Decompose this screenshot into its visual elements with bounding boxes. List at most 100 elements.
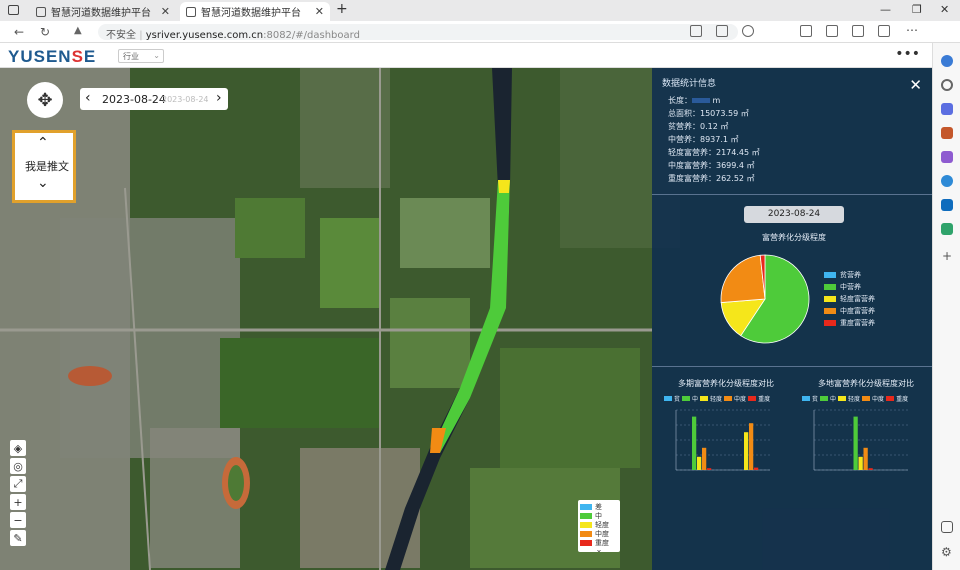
tag-icon[interactable]: [941, 103, 953, 115]
bar: [868, 468, 873, 470]
browser-tab-2[interactable]: 智慧河道数据维护平台 ✕: [180, 2, 330, 21]
stat-mesotrophic: 中营养：8937.1 ㎡: [668, 135, 739, 144]
page-icon: [36, 6, 46, 17]
compare-date: 2023-08-24: [162, 95, 209, 104]
tab-title: 智慧河道数据维护平台: [201, 8, 301, 19]
window-menu-icon[interactable]: [8, 5, 19, 15]
zoom-in-icon[interactable]: +: [10, 494, 26, 510]
app-header: YUSENSE 行业 ⌄ •••: [0, 43, 932, 68]
search-icon[interactable]: [941, 79, 953, 91]
scroll-down-icon[interactable]: ⌄: [37, 175, 49, 191]
minimize-icon[interactable]: —: [880, 3, 891, 16]
bar: [754, 467, 759, 470]
fullscreen-icon[interactable]: ⤢: [10, 476, 26, 492]
bar: [744, 432, 749, 470]
pie-legend-item: 重度富营养: [824, 318, 875, 328]
favorites-list-icon[interactable]: [826, 25, 838, 37]
settings-icon[interactable]: ⚙: [941, 545, 952, 559]
games-icon[interactable]: [941, 151, 953, 163]
industry-select[interactable]: 行业 ⌄: [118, 49, 164, 63]
stat-length: 长度： m: [668, 96, 721, 105]
measure-icon[interactable]: ✎: [10, 530, 26, 546]
screenshot-icon[interactable]: [941, 521, 953, 533]
bar: [702, 447, 707, 470]
url-path: :8082/#/dashboard: [263, 30, 360, 41]
tweet-scroller: ⌃ 我是推文 ⌄: [12, 130, 76, 203]
copilot-icon[interactable]: [941, 175, 953, 187]
zoom-out-icon[interactable]: −: [10, 512, 26, 528]
back-icon[interactable]: ←: [14, 25, 24, 39]
extensions-icon[interactable]: [878, 25, 890, 37]
bar: [858, 456, 863, 470]
favorite-icon[interactable]: [742, 25, 754, 37]
close-tab-icon[interactable]: ✕: [161, 5, 170, 18]
close-panel-icon[interactable]: ✕: [909, 76, 922, 94]
panel-divider: [652, 194, 932, 195]
browser-menu-icon[interactable]: ⋯: [906, 23, 918, 37]
pie-legend-item: 轻度富营养: [824, 294, 875, 304]
close-window-icon[interactable]: ✕: [940, 3, 949, 16]
address-bar-row: ← ↻ ▲ 不安全 | ysriver.yusense.com.cn:8082/…: [0, 21, 960, 43]
bar: [863, 447, 868, 470]
zoom-icon[interactable]: [716, 25, 728, 37]
pie-date-button[interactable]: 2023-08-24: [744, 206, 844, 223]
scroll-up-icon[interactable]: ⌃: [37, 135, 49, 151]
bar: [853, 416, 858, 470]
layers-icon[interactable]: ◈: [10, 440, 26, 456]
map-toolbar: ◈ ◎ ⤢ + − ✎: [10, 440, 28, 548]
date-picker[interactable]: ‹ 2023-08-24 2023-08-24 ›: [80, 88, 228, 110]
bar: [707, 468, 712, 470]
url-host: ysriver.yusense.com.cn: [145, 30, 264, 41]
translate-icon[interactable]: [690, 25, 702, 37]
tweet-label: 我是推文: [25, 160, 69, 173]
current-date: 2023-08-24: [102, 93, 166, 106]
tools-icon[interactable]: [941, 223, 953, 235]
bar: [697, 456, 702, 470]
add-sidebar-icon[interactable]: +: [942, 249, 952, 263]
split-screen-icon[interactable]: [800, 25, 812, 37]
browser-sidebar: + ⚙: [932, 43, 960, 570]
security-text: 不安全: [106, 30, 136, 41]
locate-icon[interactable]: ◎: [10, 458, 26, 474]
stat-total-area: 总面积：15073.59 ㎡: [668, 109, 749, 118]
more-menu-button[interactable]: •••: [895, 46, 920, 62]
stat-severe-eutrophic: 重度富营养：262.52 ㎡: [668, 174, 755, 183]
panel-divider: [652, 366, 932, 367]
outlook-icon[interactable]: [941, 199, 953, 211]
pie-chart-title: 富营养化分级程度: [762, 233, 826, 242]
pie-legend-item: 贫营养: [824, 270, 861, 280]
browser-tab-1[interactable]: 智慧河道数据维护平台 ✕: [30, 2, 176, 21]
url-field[interactable]: 不安全 | ysriver.yusense.com.cn:8082/#/dash…: [98, 24, 738, 41]
briefcase-icon[interactable]: [941, 127, 953, 139]
next-date-icon[interactable]: ›: [216, 90, 222, 106]
browser-tab-bar: 智慧河道数据维护平台 ✕ 智慧河道数据维护平台 ✕ + — ❐ ✕: [0, 0, 960, 21]
stat-light-eutrophic: 轻度富营养：2174.45 ㎡: [668, 148, 760, 157]
pie-chart: [720, 254, 810, 344]
bar2-title: 多地富营养化分级程度对比: [818, 379, 914, 388]
page-icon: [186, 6, 196, 17]
security-warning-icon[interactable]: ▲: [74, 25, 82, 36]
stat-moderate-eutrophic: 中度富营养：3699.4 ㎡: [668, 161, 755, 170]
bar1-legend: 贫 中 轻度 中度 重度: [662, 394, 770, 403]
bar1-title: 多期富营养化分级程度对比: [678, 379, 774, 388]
stat-oligotrophic: 贫营养：0.12 ㎡: [668, 122, 729, 131]
app-logo: YUSENSE: [8, 47, 97, 66]
maximize-icon[interactable]: ❐: [912, 3, 922, 16]
panel-title: 数据统计信息: [662, 79, 717, 89]
pie-legend-item: 中营养: [824, 282, 861, 292]
pie-slice: [720, 254, 766, 303]
notification-icon[interactable]: [941, 55, 953, 67]
bar-chart-periods: [675, 409, 770, 471]
statistics-panel: 数据统计信息 ✕ 长度： m 总面积：15073.59 ㎡ 贫营养：0.12 ㎡…: [652, 68, 932, 570]
bar-chart-locations: [813, 409, 908, 471]
close-tab-icon[interactable]: ✕: [315, 5, 324, 18]
tab-title: 智慧河道数据维护平台: [51, 8, 151, 19]
legend-expand-icon[interactable]: ⌄: [580, 546, 618, 554]
prev-date-icon[interactable]: ‹: [85, 90, 91, 106]
map-legend: 差 中 轻度 中度 重度 ⌄: [578, 500, 620, 554]
pan-control-icon[interactable]: ✥: [27, 82, 63, 118]
pie-legend-item: 中度富营养: [824, 306, 875, 316]
reload-icon[interactable]: ↻: [40, 25, 50, 39]
new-tab-button[interactable]: +: [336, 1, 348, 17]
collections-icon[interactable]: [852, 25, 864, 37]
